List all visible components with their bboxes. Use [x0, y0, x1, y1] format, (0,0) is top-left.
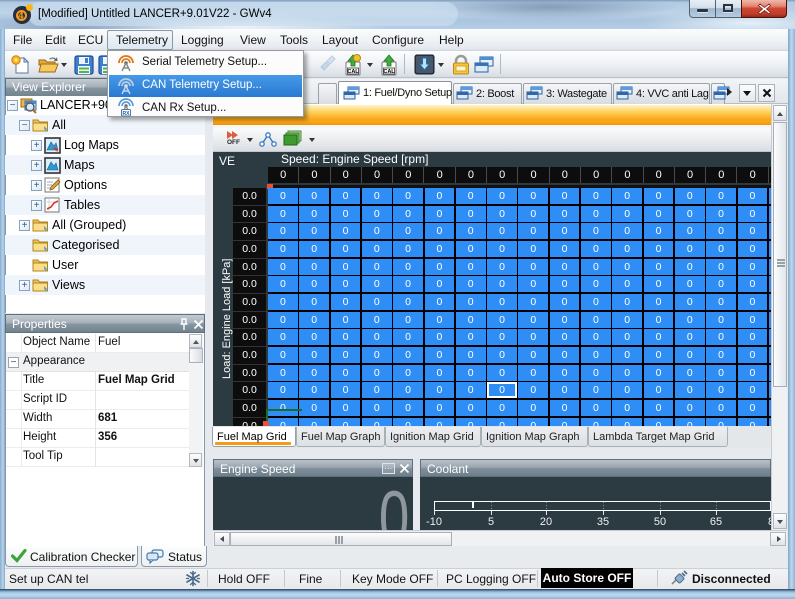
svg-text:CAL: CAL [347, 69, 359, 75]
svg-text:RX: RX [123, 111, 131, 117]
svg-text:CAL: CAL [383, 69, 395, 75]
